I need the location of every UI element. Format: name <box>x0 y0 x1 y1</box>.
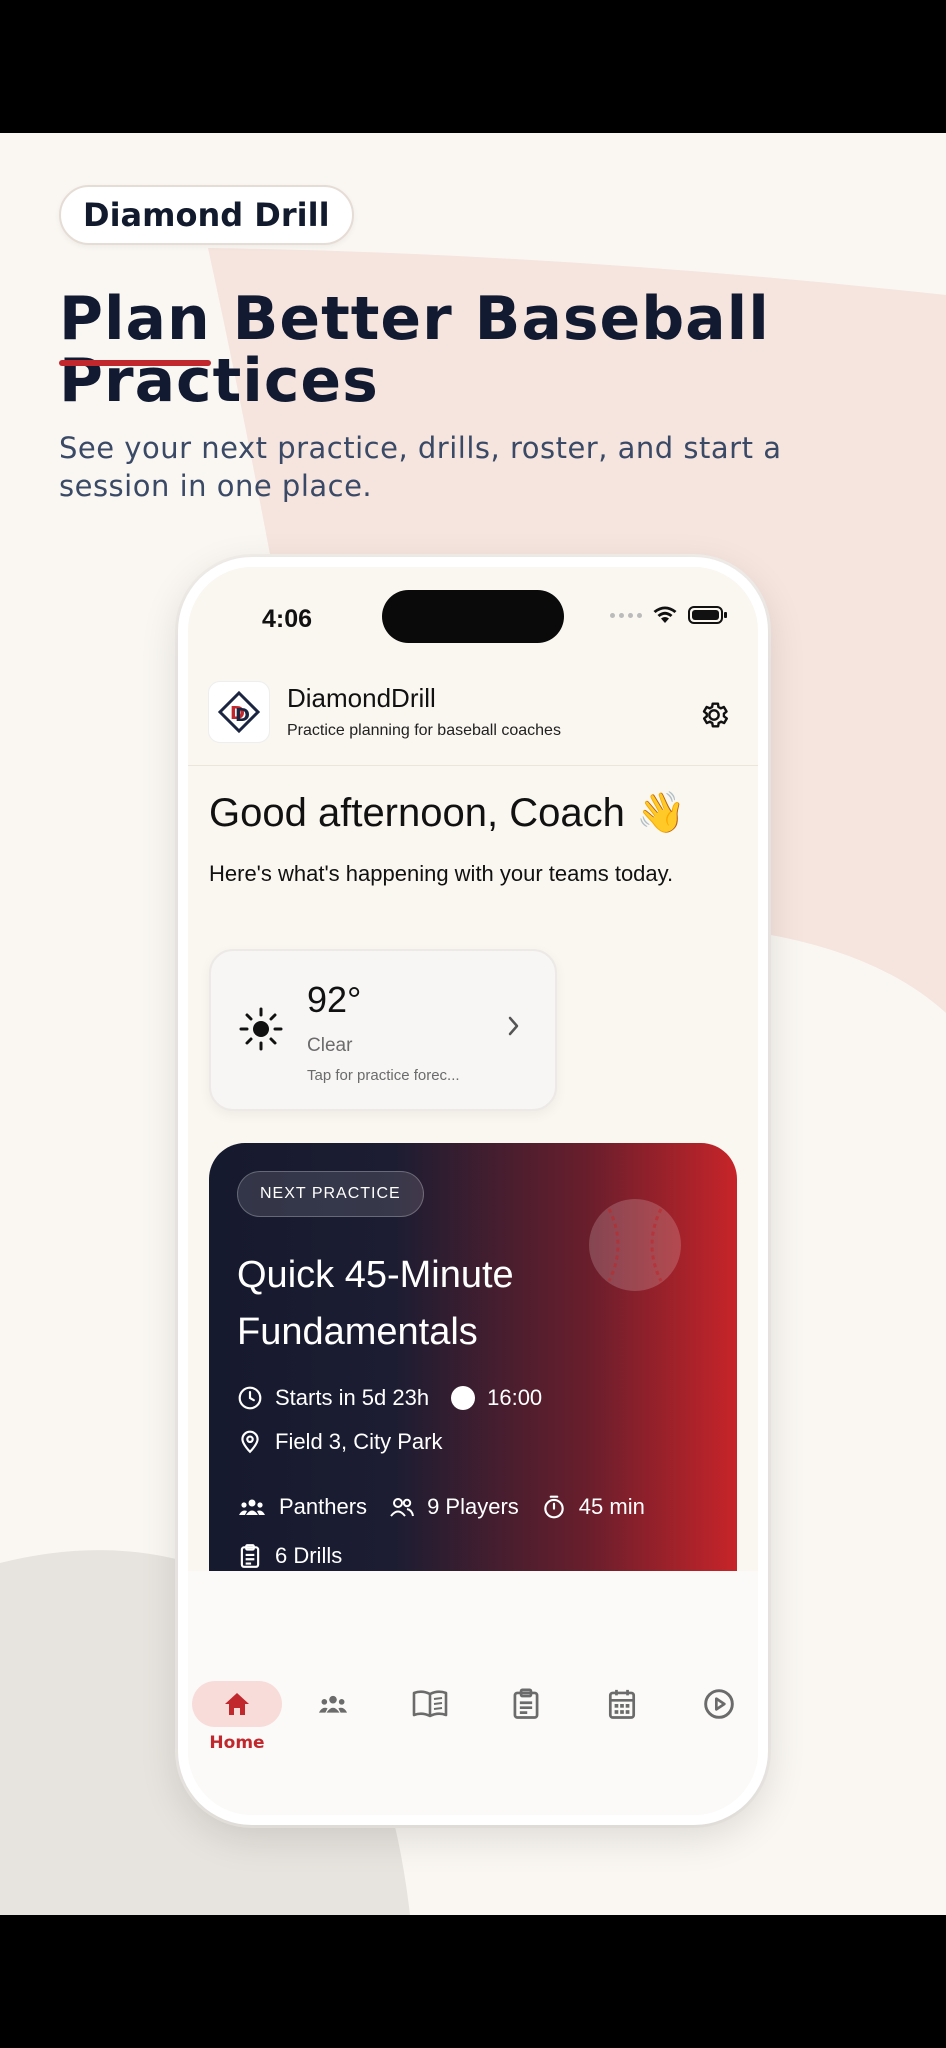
status-icons <box>610 605 728 625</box>
book-icon <box>412 1690 448 1718</box>
calendar-icon <box>608 1689 636 1719</box>
home-tab-pill <box>192 1681 282 1727</box>
practice-players: 9 Players <box>427 1494 519 1519</box>
app-tagline: Practice planning for baseball coaches <box>287 722 561 739</box>
practice-meta-row: Panthers 9 Players 45 min <box>237 1494 645 1520</box>
top-letterbox <box>0 0 946 133</box>
tab-library[interactable] <box>394 1681 466 1727</box>
practice-title: Quick 45-Minute Fundamentals <box>237 1254 514 1353</box>
next-practice-card[interactable]: NEXT PRACTICE Quick 45-Minute Fundamenta… <box>209 1143 737 1581</box>
tab-teams[interactable] <box>297 1681 369 1727</box>
app-name: DiamondDrill <box>287 683 436 713</box>
tab-session[interactable] <box>683 1681 755 1727</box>
greeting-subtitle: Here's what's happening with your teams … <box>209 861 674 886</box>
play-icon <box>704 1689 734 1719</box>
svg-text:D: D <box>235 705 250 726</box>
tab-bar: Home <box>188 1571 758 1815</box>
practice-starts-in: Starts in 5d 23h <box>275 1385 430 1410</box>
signal-icon <box>610 612 642 618</box>
phone-frame: 4:06 D D DiamondDrill Practice planning … <box>178 557 768 1825</box>
practice-location: Field 3, City Park <box>275 1429 443 1454</box>
status-time: 4:06 <box>262 605 313 633</box>
phone-screen: 4:06 D D DiamondDrill Practice planning … <box>188 567 758 1815</box>
weather-hint: Tap for practice forec... <box>307 1067 460 1084</box>
timer-icon <box>544 1495 564 1519</box>
subheadline: See your next practice, drills, roster, … <box>59 431 782 503</box>
home-icon <box>225 1693 249 1715</box>
sun-icon <box>239 1007 283 1051</box>
next-practice-tag: NEXT PRACTICE <box>237 1171 424 1217</box>
battery-icon <box>688 606 727 624</box>
team-icon <box>239 1499 265 1515</box>
app-logo: D D <box>208 681 270 743</box>
chevron-right-icon <box>508 1016 519 1036</box>
headline-first-word: Plan <box>59 284 211 354</box>
tab-calendar[interactable] <box>586 1681 658 1727</box>
location-pin-icon <box>241 1430 259 1454</box>
clock-icon <box>238 1386 262 1410</box>
promo-canvas: Diamond Drill Plan Better Baseball Pract… <box>0 133 946 1915</box>
headline-highlight: Plan <box>59 284 211 366</box>
practice-drills: 6 Drills <box>275 1543 343 1568</box>
diamond-logo-icon: D D <box>217 690 261 734</box>
team-icon <box>318 1695 348 1713</box>
practice-time: 16:00 <box>487 1385 543 1410</box>
time-dot-icon <box>451 1386 476 1410</box>
tab-home[interactable]: Home <box>188 1681 287 1753</box>
weather-temperature: 92° <box>307 979 362 1020</box>
dynamic-island <box>382 590 564 643</box>
clipboard-icon <box>513 1688 539 1719</box>
brand-pill: Diamond Drill <box>59 185 354 245</box>
bottom-letterbox <box>0 1915 946 2048</box>
tab-home-label: Home <box>209 1733 265 1753</box>
clipboard-list-icon <box>240 1544 260 1568</box>
headline: Plan Better Baseball Practices <box>59 288 919 412</box>
weather-condition: Clear <box>307 1035 353 1056</box>
practice-duration: 45 min <box>578 1494 645 1519</box>
tab-plans[interactable] <box>490 1681 562 1727</box>
weather-card[interactable]: 92° Clear Tap for practice forec... <box>209 949 557 1111</box>
settings-button[interactable] <box>698 699 730 735</box>
wifi-icon <box>653 606 677 623</box>
headline-underline <box>59 360 211 366</box>
greeting-title: Good afternoon, Coach 👋 <box>209 791 686 835</box>
practice-team: Panthers <box>279 1494 368 1519</box>
app-header: D D DiamondDrill Practice planning for b… <box>188 667 758 766</box>
practice-schedule-row: Starts in 5d 23h 16:00 <box>237 1385 542 1411</box>
players-icon <box>390 1498 415 1517</box>
gear-icon <box>702 702 728 728</box>
stage: Diamond Drill Plan Better Baseball Pract… <box>0 0 946 2048</box>
practice-drills-row: 6 Drills <box>237 1543 342 1569</box>
practice-location-row: Field 3, City Park <box>237 1429 443 1455</box>
